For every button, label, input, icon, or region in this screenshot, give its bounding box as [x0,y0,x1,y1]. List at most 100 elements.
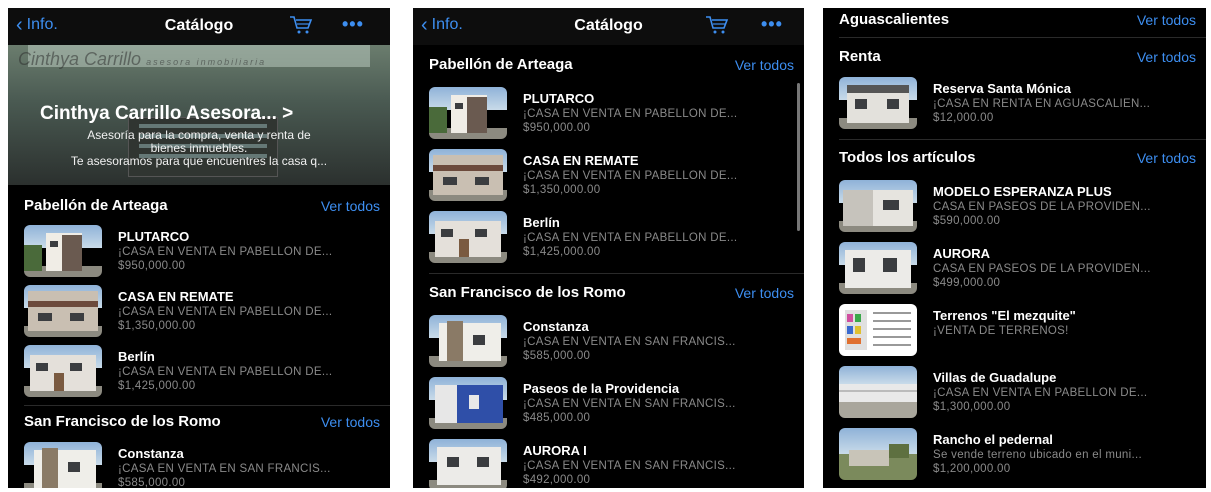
item-price: $1,350,000.00 [523,184,601,196]
list-item[interactable]: Reserva Santa Mónica ¡CASA EN RENTA EN A… [823,77,1206,139]
see-all-link[interactable]: Ver todos [321,198,380,214]
item-price: $1,425,000.00 [523,246,601,258]
see-all-link[interactable]: Ver todos [1137,150,1196,166]
list-item[interactable]: PLUTARCO ¡CASA EN VENTA EN PABELLÓN DE..… [8,225,390,285]
page-title: Catálogo [164,17,234,34]
cart-icon[interactable] [705,15,729,35]
list-item[interactable]: Berlín ¡CASA EN VENTA EN PABELLÓN DE... … [8,345,390,405]
list-item[interactable]: Villas de Guadalupe ¡CASA EN VENTA EN PA… [823,366,1206,428]
item-price: $585,000.00 [523,350,591,362]
back-chevron-icon: ‹ [421,14,428,36]
item-title: CASA EN REMATE [118,289,234,304]
item-thumbnail [429,87,507,139]
store-header[interactable]: Cinthya Carrillo asesora inmobiliaria Ci… [8,45,390,185]
section-header: Renta Ver todos [823,48,1206,65]
nav-bar: ‹ Info. Catálogo ••• [8,8,390,45]
item-title: Villas de Guadalupe [933,370,1057,385]
list-item[interactable]: CASA EN REMATE ¡CASA EN VENTA EN PABELLÓ… [413,149,804,211]
item-description: ¡VENTA DE TERRENOS! [933,325,1069,337]
item-thumbnail [839,304,917,356]
section-title: Pabellón de Arteaga [24,197,168,214]
list-item[interactable]: Constanza ¡CASA EN VENTA EN SAN FRANCIS.… [413,315,804,377]
item-description: ¡CASA EN VENTA EN PABELLÓN DE... [523,170,738,182]
item-description: CASA EN PASEOS DE LA PROVIDEN... [933,201,1151,213]
list-item[interactable]: Terrenos "El mezquite" ¡VENTA DE TERRENO… [823,304,1206,366]
section-title: Pabellón de Arteaga [429,56,573,73]
list-item[interactable]: Berlín ¡CASA EN VENTA EN PABELLÓN DE... … [413,211,804,273]
item-price: $499,000.00 [933,277,1001,289]
item-title: MODELO ESPERANZA PLUS [933,184,1112,199]
item-title: Berlín [118,349,155,364]
page-title: Catálogo [574,17,643,34]
list-item[interactable]: MODELO ESPERANZA PLUS CASA EN PASEOS DE … [823,180,1206,242]
item-title: AURORA [933,246,991,261]
back-chevron-icon: ‹ [16,14,23,36]
item-thumbnail [429,315,507,367]
item-description: ¡CASA EN VENTA EN PABELLÓN DE... [933,387,1148,399]
list-item[interactable]: AURORA I ¡CASA EN VENTA EN SAN FRANCIS..… [413,439,804,488]
item-title: PLUTARCO [523,91,595,106]
back-button[interactable]: ‹ Info. [421,14,463,36]
scrollbar[interactable] [797,83,800,231]
item-title: Reserva Santa Mónica [933,81,1072,96]
item-thumbnail [839,428,917,480]
item-thumbnail [24,442,102,488]
item-price: $950,000.00 [523,122,591,134]
item-thumbnail [429,149,507,201]
item-description: ¡CASA EN VENTA EN PABELLÓN DE... [118,366,333,378]
item-thumbnail [839,180,917,232]
item-description: CASA EN PASEOS DE LA PROVIDEN... [933,263,1151,275]
item-title: Constanza [523,319,589,334]
section-title: Aguascalientes [839,11,950,28]
store-name[interactable]: Cinthya Carrillo Asesora... > [40,103,293,125]
back-button[interactable]: ‹ Info. [16,14,58,36]
see-all-link[interactable]: Ver todos [321,414,380,430]
item-thumbnail [839,242,917,294]
section-header: Pabellón de Arteaga Ver todos [8,197,390,214]
item-price: $1,300,000.00 [933,401,1011,413]
item-thumbnail [429,211,507,263]
section-header: Pabellón de Arteaga Ver todos [413,56,804,73]
item-title: AURORA I [523,443,587,458]
see-all-link[interactable]: Ver todos [735,285,794,301]
list-item[interactable]: PLUTARCO ¡CASA EN VENTA EN PABELLÓN DE..… [413,87,804,149]
more-icon[interactable]: ••• [342,14,364,35]
item-description: ¡CASA EN VENTA EN SAN FRANCIS... [523,336,736,348]
item-description: ¡CASA EN VENTA EN PABELLÓN DE... [523,108,738,120]
section-title: San Francisco de los Romo [429,284,626,301]
item-thumbnail [429,439,507,488]
nav-bar: ‹ Info. Catálogo ••• [413,8,804,45]
see-all-link[interactable]: Ver todos [1137,12,1196,28]
catalog-screen-3: Aguascalientes Ver todos Renta Ver todos… [823,8,1206,488]
section-title: Todos los artículos [839,149,976,166]
list-item[interactable]: AURORA CASA EN PASEOS DE LA PROVIDEN... … [823,242,1206,304]
item-description: ¡CASA EN VENTA EN PABELLÓN DE... [118,246,333,258]
item-title: Rancho el pedernal [933,432,1053,447]
item-price: $1,425,000.00 [118,380,196,392]
item-price: $590,000.00 [933,215,1001,227]
section-header: San Francisco de los Romo Ver todos [8,413,390,430]
section-title: Renta [839,48,881,65]
more-icon[interactable]: ••• [761,14,783,35]
cart-icon[interactable] [289,15,313,35]
item-price: $12,000.00 [933,112,994,124]
list-item[interactable]: Paseos de la Providencia ¡CASA EN VENTA … [413,377,804,439]
sign-text: Cinthya Carrillo asesora inmobiliaria [18,49,267,69]
see-all-link[interactable]: Ver todos [1137,49,1196,65]
item-title: CASA EN REMATE [523,153,639,168]
item-title: Berlín [523,215,560,230]
item-thumbnail [839,366,917,418]
store-description: Asesoría para la compra, venta y renta d… [70,128,328,168]
list-item[interactable]: CASA EN REMATE ¡CASA EN VENTA EN PABELLÓ… [8,285,390,345]
see-all-link[interactable]: Ver todos [735,57,794,73]
item-description: ¡CASA EN VENTA EN SAN FRANCIS... [523,398,736,410]
back-label: Info. [431,16,463,33]
section-title: San Francisco de los Romo [24,413,221,430]
back-label: Info. [26,16,58,33]
item-thumbnail [24,225,102,277]
list-item[interactable]: Rancho el pedernal Se vende terreno ubic… [823,428,1206,488]
item-description: ¡CASA EN VENTA EN PABELLÓN DE... [118,306,333,318]
item-description: ¡CASA EN VENTA EN SAN FRANCIS... [523,460,736,472]
list-item[interactable]: Constanza ¡CASA EN VENTA EN SAN FRANCIS.… [8,442,390,488]
item-title: PLUTARCO [118,229,190,244]
